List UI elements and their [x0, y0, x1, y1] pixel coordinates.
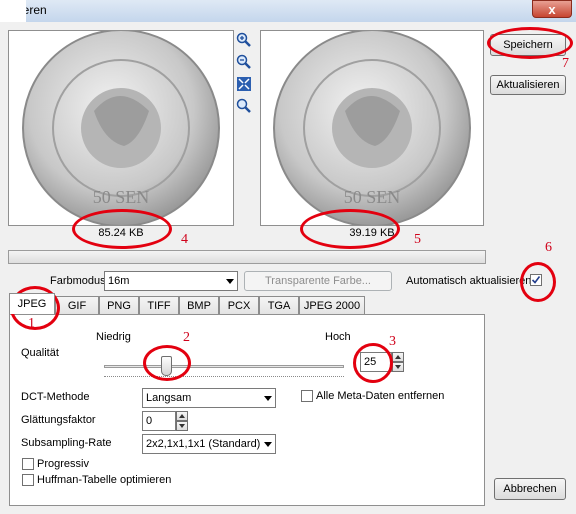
annotation-ring-slider: [143, 345, 191, 381]
refresh-button[interactable]: Aktualisieren: [490, 75, 566, 95]
chevron-down-icon: [264, 396, 272, 401]
svg-text:50 SEN: 50 SEN: [344, 187, 401, 207]
preview-toolbar: [236, 32, 252, 114]
annotation-number-7: 7: [562, 56, 569, 71]
annotation-number-4: 4: [181, 232, 188, 247]
original-preview-panel[interactable]: 50 SEN: [8, 29, 234, 227]
svg-text:50 SEN: 50 SEN: [93, 187, 150, 207]
slider-track: [104, 365, 344, 368]
close-button[interactable]: x: [532, 0, 572, 18]
annotation-number-3: 3: [389, 334, 396, 349]
subsampling-value: 2x2,1x1,1x1 (Standard): [146, 438, 261, 450]
huffman-checkbox[interactable]: [22, 474, 34, 486]
smoothing-label: Glättungsfaktor: [21, 414, 96, 426]
quality-spinner[interactable]: [392, 352, 404, 372]
remove-meta-checkbox[interactable]: [301, 390, 313, 402]
transparent-color-button[interactable]: Transparente Farbe...: [244, 271, 392, 291]
smoothing-spinner[interactable]: [176, 411, 188, 431]
tab-tiff[interactable]: TIFF: [139, 296, 179, 314]
result-preview-panel[interactable]: 50 SEN: [260, 29, 484, 227]
dct-method-value: Langsam: [146, 392, 192, 404]
color-mode-value: 16m: [108, 275, 130, 287]
tab-pcx[interactable]: PCX: [219, 296, 259, 314]
coin-image-result: 50 SEN: [273, 29, 471, 227]
annotation-ring-preview-size: [300, 209, 400, 249]
zoom-in-icon[interactable]: [236, 32, 252, 48]
spin-down-icon[interactable]: [176, 421, 188, 431]
annotation-ring-quality-value: [353, 343, 393, 383]
spin-up-icon[interactable]: [392, 352, 404, 362]
annotation-ring-original-size: [72, 209, 172, 249]
quality-high-label: Hoch: [325, 331, 351, 343]
progressive-label: Progressiv: [37, 458, 89, 470]
slider-ticks: [104, 376, 344, 380]
tab-bmp[interactable]: BMP: [179, 296, 219, 314]
tab-png[interactable]: PNG: [99, 296, 139, 314]
tab-tga[interactable]: TGA: [259, 296, 299, 314]
annotation-number-5: 5: [414, 232, 421, 247]
color-mode-label: Farbmodus: [50, 275, 106, 287]
annotation-ring-auto-update: [520, 262, 556, 302]
fit-icon[interactable]: [236, 76, 252, 92]
quality-slider[interactable]: [104, 355, 344, 381]
magnify-icon[interactable]: [236, 98, 252, 114]
coin-image-original: 50 SEN: [22, 29, 220, 227]
title-bar: [0, 0, 576, 22]
progressive-checkbox[interactable]: [22, 458, 34, 470]
tab-jpeg[interactable]: JPEG: [9, 293, 55, 314]
spin-up-icon[interactable]: [176, 411, 188, 421]
subsampling-label: Subsampling-Rate: [21, 437, 112, 449]
subsampling-select[interactable]: 2x2,1x1,1x1 (Standard): [142, 434, 276, 454]
annotation-number-6: 6: [545, 240, 552, 255]
tab-jpeg2000[interactable]: JPEG 2000: [299, 296, 365, 314]
smoothing-field[interactable]: 0: [142, 411, 176, 431]
dct-method-select[interactable]: Langsam: [142, 388, 276, 408]
dct-method-label: DCT-Methode: [21, 391, 90, 403]
color-mode-select[interactable]: 16m: [104, 271, 238, 291]
quality-low-label: Niedrig: [96, 331, 131, 343]
tab-gif[interactable]: GIF: [55, 296, 99, 314]
auto-update-label: Automatisch aktualisieren: [406, 275, 532, 287]
spin-down-icon[interactable]: [392, 362, 404, 372]
progress-bar: [8, 250, 486, 264]
annotation-number-1: 1: [28, 316, 35, 331]
cancel-button[interactable]: Abbrechen: [494, 478, 566, 500]
huffman-label: Huffman-Tabelle optimieren: [37, 474, 172, 486]
annotation-number-2: 2: [183, 330, 190, 345]
chevron-down-icon: [264, 442, 272, 447]
zoom-out-icon[interactable]: [236, 54, 252, 70]
quality-label: Qualität: [21, 347, 59, 359]
remove-meta-label: Alle Meta-Daten entfernen: [316, 390, 445, 402]
annotation-ring-save: [487, 27, 573, 59]
chevron-down-icon: [226, 279, 234, 284]
